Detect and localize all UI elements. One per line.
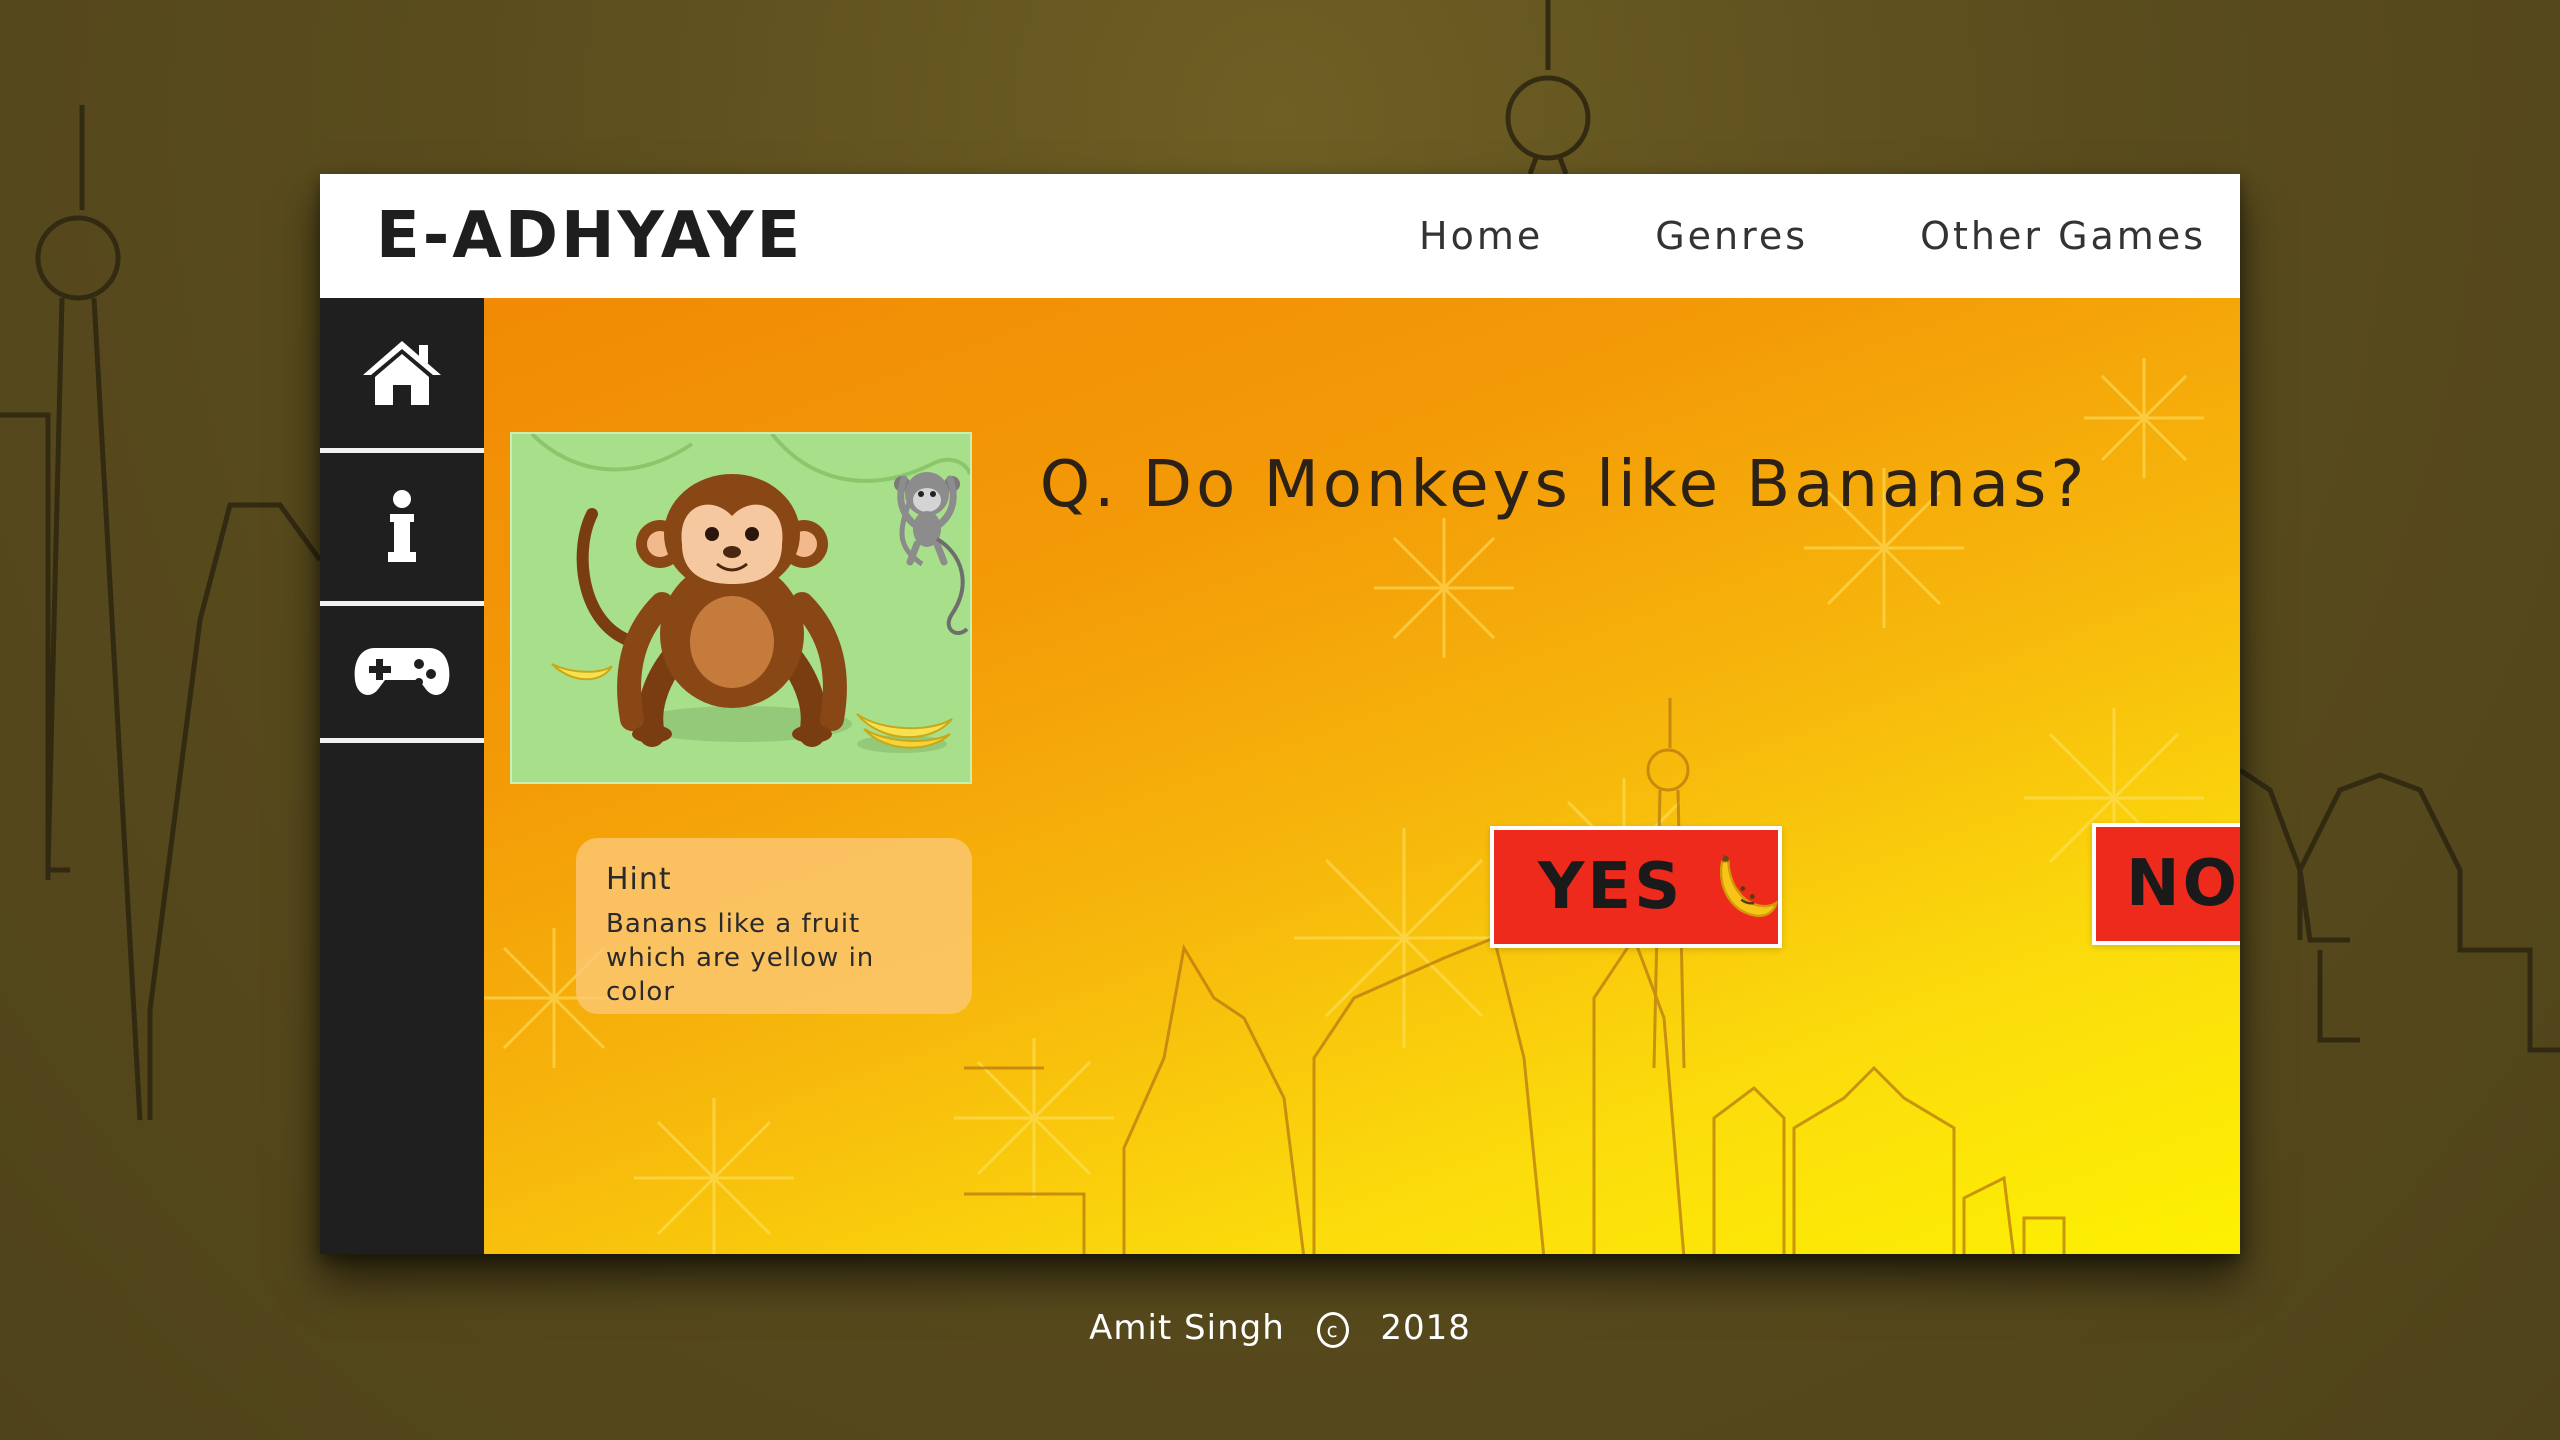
copyright-icon: c xyxy=(1316,1311,1349,1348)
no-label: NO xyxy=(2126,847,2240,921)
sidebar xyxy=(320,298,484,1254)
nav-links: Home Genres Other Games xyxy=(1307,208,2206,264)
footer: Amit Singh c 2018 xyxy=(0,1308,2560,1348)
sidebar-item-info[interactable] xyxy=(320,453,484,606)
info-icon xyxy=(388,490,416,562)
gamepad-icon xyxy=(354,648,450,695)
sidebar-item-home[interactable] xyxy=(320,298,484,453)
footer-year: 2018 xyxy=(1380,1308,1471,1348)
top-navbar: E-ADHYAYE Home Genres Other Games xyxy=(320,174,2240,298)
question-text: Q. Do Monkeys like Bananas? xyxy=(1039,448,2089,522)
hint-card: Hint Banans like a fruit which are yello… xyxy=(576,838,972,1014)
monkey-illustration xyxy=(510,432,972,784)
hint-text-line-1: Banans like a fruit xyxy=(606,909,861,939)
yes-label: YES xyxy=(1538,850,1684,924)
home-icon xyxy=(363,341,441,405)
banana-icon xyxy=(1720,855,1778,918)
nav-link-other-games[interactable]: Other Games xyxy=(1920,208,2206,264)
sidebar-item-games[interactable] xyxy=(320,606,484,743)
nav-link-home[interactable]: Home xyxy=(1419,208,1543,264)
brand-logo[interactable]: E-ADHYAYE xyxy=(376,200,803,272)
hint-text-line-2: which are yellow in color xyxy=(606,943,875,1007)
quiz-content: Hint Banans like a fruit which are yello… xyxy=(484,298,2240,1254)
app-window: E-ADHYAYE Home Genres Other Games Hint B… xyxy=(320,174,2240,1254)
yes-button[interactable]: YES xyxy=(1490,826,1782,948)
hint-title: Hint xyxy=(606,862,672,897)
nav-link-genres[interactable]: Genres xyxy=(1655,208,1808,264)
footer-author: Amit Singh xyxy=(1089,1308,1285,1348)
no-button[interactable]: NO xyxy=(2092,823,2240,945)
